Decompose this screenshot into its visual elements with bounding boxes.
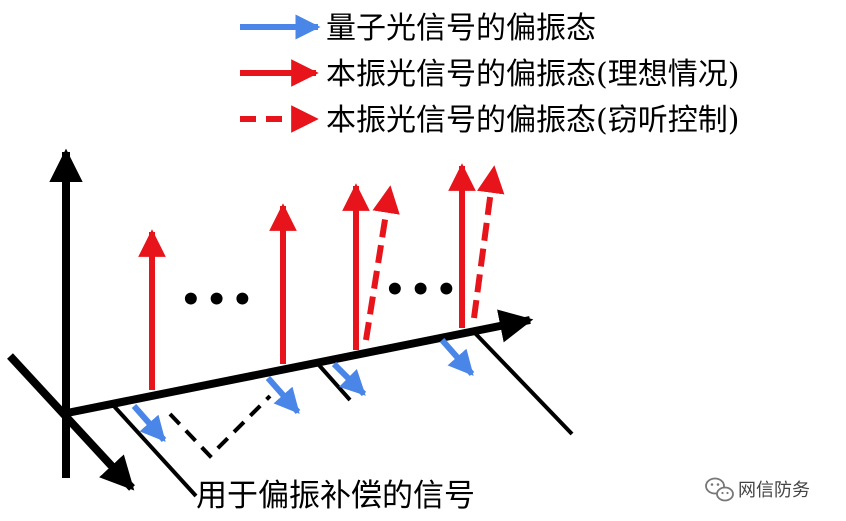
eavesdrop-arrows: [363, 165, 505, 341]
compensation-signal-path: [168, 394, 272, 459]
legend-label-quantum: 量子光信号的偏振态: [326, 11, 596, 46]
time-axis: [61, 309, 534, 418]
horizontal-polarization-axis: [7, 353, 135, 491]
legend-label-local-eavesdrop: 本振光信号的偏振态(窃听控制): [326, 103, 739, 138]
watermark-text: 网信防务: [738, 480, 810, 501]
quantum-arrow-2: [265, 376, 301, 414]
eavesdrop-arrow-1: [363, 185, 400, 341]
slot-line-3: [470, 328, 574, 436]
quantum-arrow-4: [439, 338, 475, 376]
slot-line-2: [316, 362, 352, 402]
watermark: 网信防务: [705, 477, 810, 502]
eavesdrop-arrow-2: [471, 165, 505, 319]
ellipsis-right: •••: [384, 270, 461, 310]
ellipsis-left: •••: [180, 280, 257, 320]
compensation-caption: 用于偏振补偿的信号: [196, 478, 475, 514]
legend-item-quantum: 量子光信号的偏振态: [240, 11, 596, 46]
axes: [7, 148, 534, 491]
legend-label-local-ideal: 本振光信号的偏振态(理想情况): [326, 57, 739, 92]
wechat-icon: [705, 477, 734, 502]
legend-item-local-ideal: 本振光信号的偏振态(理想情况): [240, 57, 739, 92]
polarization-diagram: 量子光信号的偏振态 本振光信号的偏振态(理想情况) 本振光信号的偏振态(窃听控制…: [7, 11, 810, 514]
legend-item-local-eavesdrop: 本振光信号的偏振态(窃听控制): [240, 103, 739, 138]
legend: 量子光信号的偏振态 本振光信号的偏振态(理想情况) 本振光信号的偏振态(窃听控制…: [240, 11, 739, 138]
